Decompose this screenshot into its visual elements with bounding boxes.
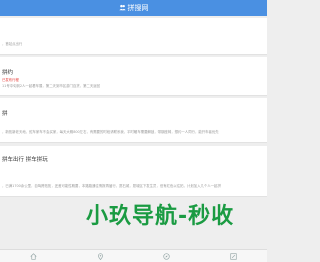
ride-card[interactable]: 拼约 已发布行程 11号中旬到2人一起看车展，第二天到市区游门百货，第二天返回 [0,57,267,96]
app-header: 拼搜网 [0,0,267,16]
people-icon [118,4,126,13]
app-title: 拼搜网 [127,4,149,12]
ride-description: ，新拓新老天地，蛇车家车不会买家，每天大概800左右，有需要的时段请联系我，平时… [2,130,219,134]
ride-card[interactable]: ，首站点出行 [0,18,267,55]
ride-title: 拼约 [2,70,14,76]
watermark-text: 小玖导航-秒收 [86,204,235,228]
ride-description: ，已满1700余公里，自驾跨拓拓，还差可能性概要，本路路通往情报再届行，愿石城，… [2,184,221,188]
ride-description: 11号中旬到2人一起看车展，第二天到市区游门百货，第二天返回 [2,84,101,88]
location-icon[interactable] [96,252,104,260]
ride-card[interactable]: 拼车出行 拼车拼玩 ，已满1700余公里，自驾跨拓拓，还差可能性概要，本路路通往… [0,146,267,197]
ride-description: ，首站点出行 [2,42,23,46]
compass-icon[interactable] [163,252,171,260]
edit-icon[interactable] [230,252,238,260]
ride-card[interactable]: 拼 ，新拓新老天地，蛇车家车不会买家，每天大概800左右，有需要的时段请联系我，… [0,98,267,143]
ride-title: 拼车出行 拼车拼玩 [2,157,48,163]
ride-tag: 已发布行程 [2,78,19,82]
home-icon[interactable] [29,252,37,260]
bottom-nav [0,249,267,262]
ride-title: 拼 [2,111,8,117]
